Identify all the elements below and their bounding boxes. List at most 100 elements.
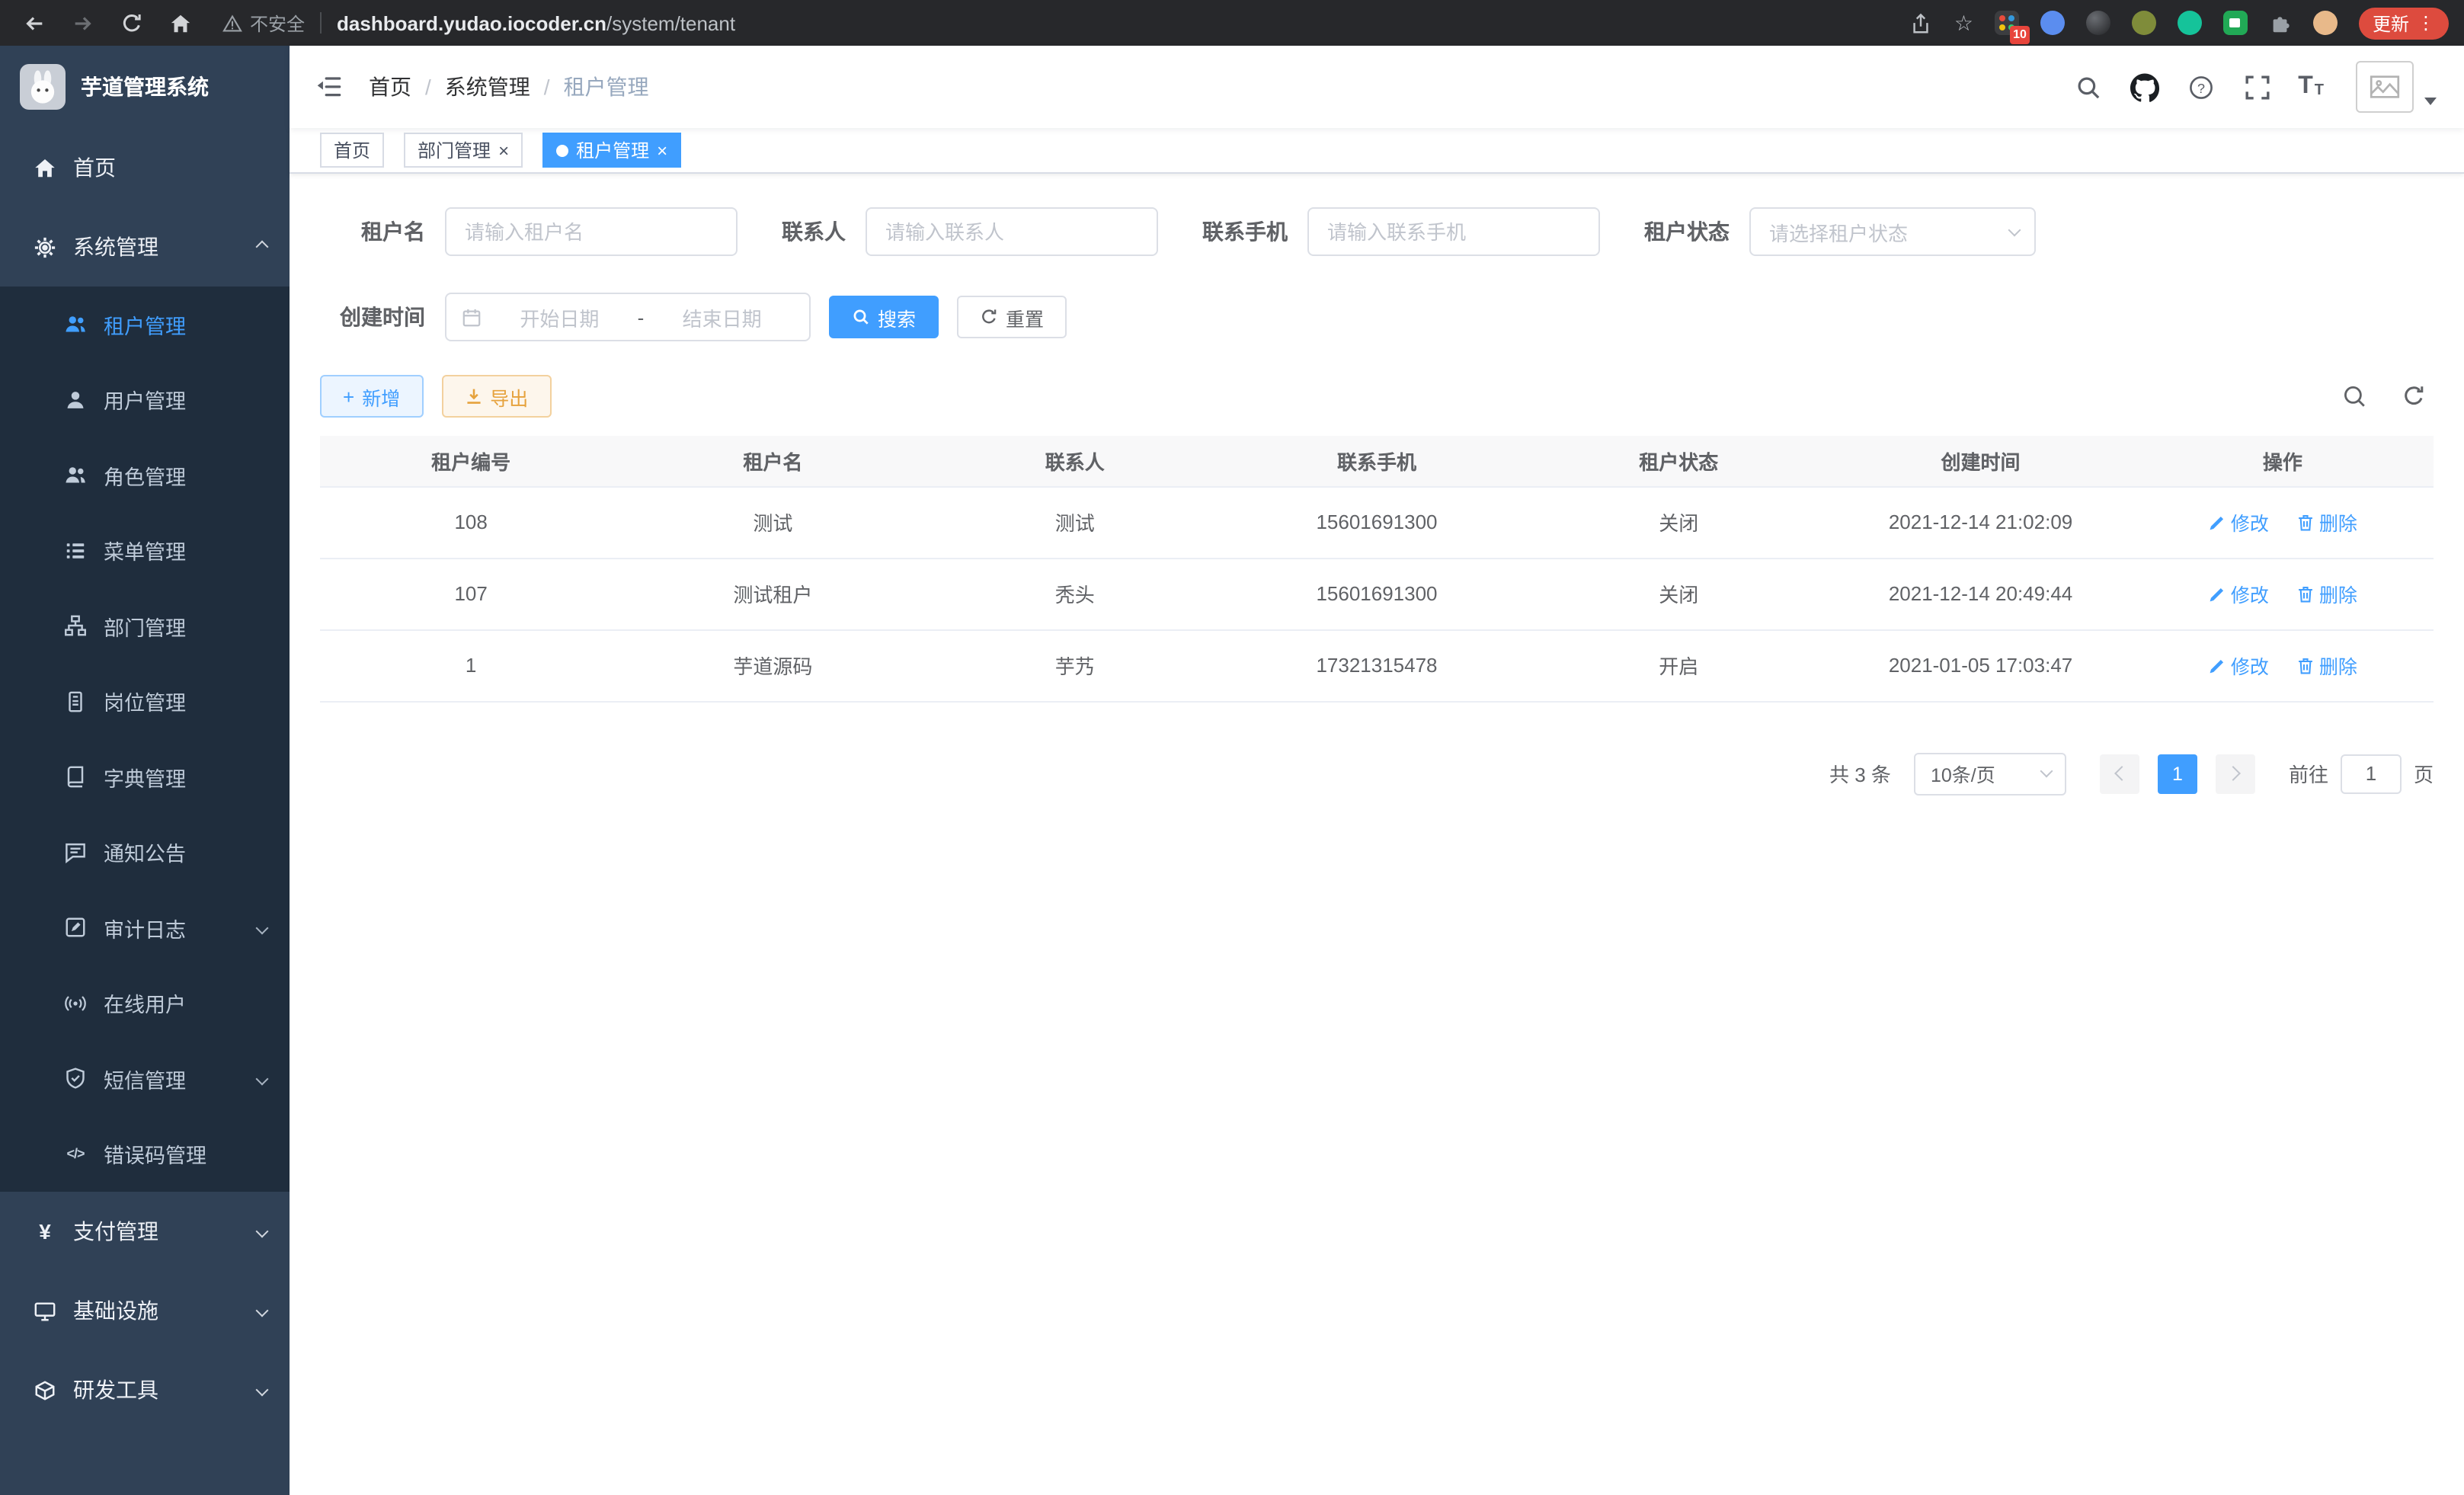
sidebar-item-notice[interactable]: 通知公告 [0, 815, 290, 890]
table-row: 1 芋道源码 芋艿 17321315478 开启 2021-01-05 17:0… [320, 629, 2434, 701]
sidebar-item-label: 短信管理 [104, 1064, 258, 1094]
create-time-range-picker[interactable]: 开始日期 - 结束日期 [445, 293, 811, 341]
date-end-placeholder[interactable]: 结束日期 [650, 303, 794, 331]
puzzle-icon [2269, 11, 2292, 34]
prev-page-button[interactable] [2100, 754, 2139, 793]
browser-home-button[interactable] [162, 5, 198, 41]
edit-button[interactable]: 修改 [2208, 651, 2269, 680]
browser-forward-button[interactable] [64, 5, 101, 41]
sidebar-item-sms[interactable]: 短信管理 [0, 1041, 290, 1116]
sidebar-item-label: 系统管理 [73, 232, 258, 262]
status-select[interactable]: 请选择租户状态 [1749, 207, 2036, 256]
cell-phone: 15601691300 [1226, 486, 1528, 558]
broken-image-icon [2370, 75, 2400, 99]
sidebar-item-system[interactable]: 系统管理 [0, 207, 290, 287]
home-icon [168, 11, 191, 34]
extension-adblock-icon[interactable]: 10 [1995, 11, 2019, 35]
sidebar-item-user[interactable]: 用户管理 [0, 362, 290, 437]
sidebar-item-menu[interactable]: 菜单管理 [0, 513, 290, 588]
tab-home[interactable]: 首页 [320, 133, 384, 168]
sidebar-item-audit-log[interactable]: 审计日志 [0, 890, 290, 965]
tab-close-icon[interactable]: × [657, 141, 667, 159]
delete-button[interactable]: 删除 [2296, 579, 2357, 608]
browser-reload-button[interactable] [113, 5, 149, 41]
sidebar-item-devtool[interactable]: 研发工具 [0, 1350, 290, 1429]
trash-icon [2296, 584, 2315, 603]
app-logo[interactable]: 芋道管理系统 [0, 46, 290, 128]
sidebar-item-role[interactable]: 角色管理 [0, 437, 290, 513]
address-bar[interactable]: 不安全 dashboard.yudao.iocoder.cn/system/te… [222, 10, 735, 36]
sidebar-item-home[interactable]: 首页 [0, 128, 290, 207]
delete-button[interactable]: 删除 [2296, 507, 2357, 536]
cell-actions: 修改删除 [2132, 558, 2434, 629]
page-url[interactable]: dashboard.yudao.iocoder.cn/system/tenant [337, 11, 735, 34]
sidebar-item-online-user[interactable]: 在线用户 [0, 965, 290, 1041]
add-button[interactable]: + 新增 [320, 375, 423, 418]
payment-icon: ¥ [32, 1218, 58, 1244]
sidebar-item-tenant[interactable]: 租户管理 [0, 287, 290, 362]
profile-avatar-icon[interactable] [2313, 11, 2338, 35]
next-page-button[interactable] [2216, 754, 2255, 793]
sidebar-item-dept[interactable]: 部门管理 [0, 588, 290, 664]
edit-label: 修改 [2231, 507, 2269, 536]
font-large-glyph: T [2298, 75, 2313, 99]
contact-input[interactable] [866, 207, 1158, 256]
sidebar-item-post[interactable]: 岗位管理 [0, 664, 290, 739]
reset-button[interactable]: 重置 [957, 296, 1067, 338]
sidebar-item-error-code[interactable]: </> 错误码管理 [0, 1116, 290, 1192]
sidebar-item-infrastructure[interactable]: 基础设施 [0, 1271, 290, 1350]
sidebar-item-label: 岗位管理 [104, 687, 267, 717]
current-page-button[interactable]: 1 [2158, 754, 2197, 793]
refresh-table-button[interactable] [2400, 383, 2427, 410]
main-area: 首页 / 系统管理 / 租户管理 ? [290, 46, 2464, 1495]
col-status: 租户状态 [1528, 436, 1829, 486]
sidebar-item-dict[interactable]: 字典管理 [0, 739, 290, 815]
create-time-label: 创建时间 [320, 302, 425, 332]
browser-back-button[interactable] [15, 5, 52, 41]
tab-tenant[interactable]: 租户管理 × [542, 133, 681, 168]
delete-button[interactable]: 删除 [2296, 651, 2357, 680]
extension-olive-icon[interactable] [2132, 11, 2156, 35]
trash-icon [2296, 513, 2315, 531]
date-start-placeholder[interactable]: 开始日期 [488, 303, 632, 331]
edit-button[interactable]: 修改 [2208, 507, 2269, 536]
breadcrumb-home[interactable]: 首页 [369, 72, 411, 102]
tenant-name-input[interactable] [445, 207, 738, 256]
security-status[interactable]: 不安全 [222, 10, 305, 36]
share-button[interactable] [1910, 11, 1933, 34]
bookmark-button[interactable]: ☆ [1954, 12, 1973, 34]
extension-green-check-icon[interactable] [2178, 11, 2202, 35]
extension-blue-icon[interactable] [2040, 11, 2065, 35]
table-row: 107 测试租户 秃头 15601691300 关闭 2021-12-14 20… [320, 558, 2434, 629]
extensions-puzzle-icon[interactable] [2269, 11, 2292, 34]
breadcrumb-system[interactable]: 系统管理 [445, 72, 530, 102]
sidebar-toggle-button[interactable] [290, 46, 369, 128]
goto-page-input[interactable] [2341, 754, 2402, 793]
cell-created: 2021-12-14 20:49:44 [1829, 558, 2131, 629]
user-menu[interactable] [2356, 61, 2437, 113]
header-search-button[interactable] [2072, 72, 2103, 102]
sidebar-item-label: 研发工具 [73, 1375, 258, 1405]
github-button[interactable] [2129, 72, 2159, 102]
update-button[interactable]: 更新 ⋮ [2359, 7, 2449, 39]
tab-close-icon[interactable]: × [498, 141, 509, 159]
font-size-button[interactable]: TT [2298, 75, 2324, 99]
tab-label: 首页 [334, 137, 370, 163]
export-button[interactable]: 导出 [441, 375, 551, 418]
edit-button[interactable]: 修改 [2208, 579, 2269, 608]
share-icon [1910, 11, 1933, 34]
page-size-select[interactable]: 10条/页 [1914, 752, 2066, 795]
show-search-toggle-button[interactable] [2341, 383, 2368, 410]
help-button[interactable]: ? [2185, 72, 2216, 102]
extension-badge: 10 [2010, 26, 2030, 44]
phone-input[interactable] [1307, 207, 1600, 256]
extension-sphere-icon[interactable] [2086, 11, 2110, 35]
tab-dept[interactable]: 部门管理 × [404, 133, 523, 168]
sidebar-item-payment[interactable]: ¥ 支付管理 [0, 1192, 290, 1271]
yen-glyph: ¥ [39, 1219, 51, 1244]
fullscreen-button[interactable] [2242, 72, 2272, 102]
tab-label: 租户管理 [576, 137, 649, 163]
extension-chat-icon[interactable] [2223, 11, 2248, 35]
search-button[interactable]: 搜索 [829, 296, 939, 338]
warning-triangle-icon [222, 13, 242, 33]
